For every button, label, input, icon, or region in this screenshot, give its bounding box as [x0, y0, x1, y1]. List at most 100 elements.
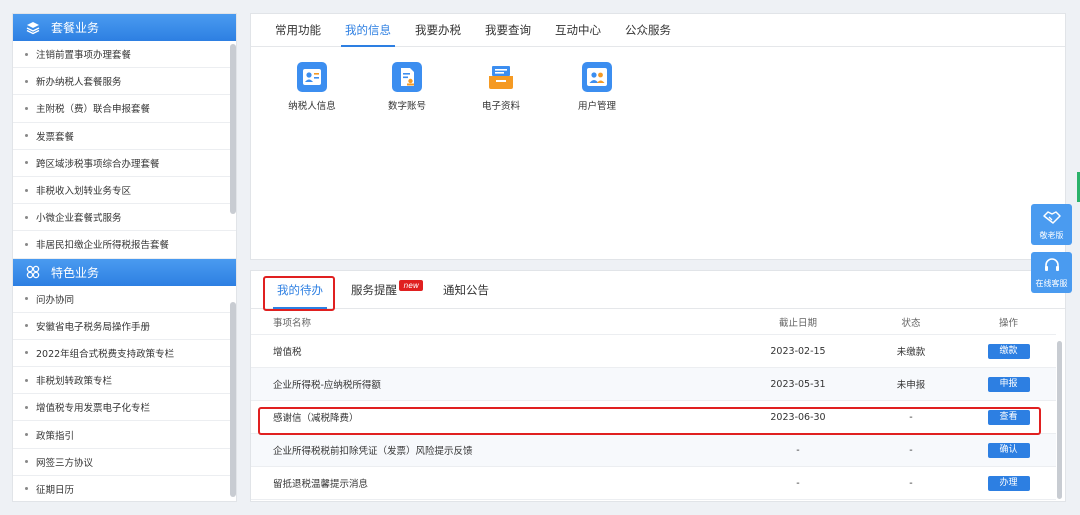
digital-account-icon	[392, 62, 422, 92]
bullet	[25, 52, 28, 56]
float-label: 敬老版	[1039, 230, 1064, 240]
bullet	[25, 215, 28, 219]
tool-grid: 纳税人信息 数字账号 电子资料 用户管理	[251, 62, 1065, 132]
header-deadline: 截止日期	[778, 317, 817, 329]
taxpayer-card-icon	[297, 62, 327, 92]
tab-public-service[interactable]: 公众服务	[613, 14, 683, 46]
bullet	[25, 405, 28, 409]
cell-status: -	[909, 444, 913, 456]
bullet	[25, 351, 28, 355]
sidebar-item-label: 新办纳税人套餐服务	[36, 77, 122, 89]
section-title: 特色业务	[51, 265, 100, 280]
sidebar-item-policy-guide[interactable]: 政策指引	[13, 421, 236, 449]
bullet	[25, 161, 28, 165]
new-badge: new	[399, 280, 423, 291]
highlight-box-thank-you-row	[258, 407, 1041, 435]
bullet	[25, 134, 28, 138]
bullet	[25, 188, 28, 192]
todo-scrollbar[interactable]	[1057, 341, 1062, 499]
confirm-button[interactable]: 确认	[987, 442, 1030, 458]
declare-button[interactable]: 申报	[987, 376, 1030, 392]
cell-status: 未申报	[896, 380, 926, 391]
tab-notices[interactable]: 通知公告	[431, 271, 501, 308]
sidebar-scrollbar-top[interactable]	[230, 44, 236, 214]
todo-table: 事项名称 截止日期 状态 操作 增值税 2023-02-15 未缴款 缴款 企业…	[251, 309, 1056, 500]
sidebar-item-label: 网签三方协议	[36, 457, 94, 469]
todo-panel: 我的待办 服务提醒 new 通知公告 事项名称 截止日期 状态 操作 增值税 2…	[250, 270, 1066, 502]
table-row[interactable]: 企业所得税-应纳税所得额 2023-05-31 未申报 申报	[251, 368, 1056, 401]
top-tab-bar: 常用功能 我的信息 我要办税 我要查询 互动中心 公众服务	[251, 14, 1065, 47]
tab-common-functions[interactable]: 常用功能	[263, 14, 333, 46]
sidebar-item-label: 问办协同	[36, 294, 75, 306]
table-header: 事项名称 截止日期 状态 操作	[251, 309, 1056, 335]
sidebar-item-non-tax-transfer[interactable]: 非税收入划转业务专区	[13, 177, 236, 205]
table-row[interactable]: 留抵退税温馨提示消息 - - 办理	[251, 467, 1056, 500]
bullet	[25, 378, 28, 382]
table-row[interactable]: 企业所得税税前扣除凭证（发票）风险提示反馈 - - 确认	[251, 434, 1056, 467]
tool-digital-account[interactable]: 数字账号	[362, 62, 452, 112]
elder-mode-button[interactable]: 敬老版	[1031, 204, 1072, 245]
tool-user-management[interactable]: 用户管理	[552, 62, 642, 112]
bullet	[25, 324, 28, 328]
bullet	[25, 487, 28, 491]
tool-taxpayer-info[interactable]: 纳税人信息	[267, 62, 357, 112]
sidebar-item-calendar[interactable]: 征期日历	[13, 476, 236, 501]
headset-icon	[1043, 257, 1061, 275]
highlight-box-todo-tab	[263, 276, 335, 311]
section-header-package-business[interactable]: 套餐业务	[13, 14, 236, 41]
cell-status: 未缴款	[896, 347, 926, 358]
bullet	[25, 242, 28, 246]
sidebar-item-label: 非税收入划转业务专区	[36, 186, 132, 198]
sidebar-scrollbar-bottom[interactable]	[230, 302, 236, 497]
sidebar-item-label: 征期日历	[36, 484, 75, 496]
sidebar-item-e-invoice[interactable]: 增值税专用发票电子化专栏	[13, 394, 236, 422]
layers-icon	[25, 20, 41, 36]
handshake-icon	[1042, 209, 1062, 227]
grid-clover-icon	[25, 264, 41, 280]
cell-date: -	[796, 477, 800, 489]
sidebar-item-label: 注销前置事项办理套餐	[36, 50, 132, 62]
tool-e-docs[interactable]: 电子资料	[456, 62, 546, 112]
header-status: 状态	[901, 317, 921, 329]
cell-name: 留抵退税温馨提示消息	[273, 479, 369, 490]
bullet	[25, 460, 28, 464]
sidebar-item-label: 2022年组合式税费支持政策专栏	[36, 348, 175, 360]
section-title: 套餐业务	[51, 21, 100, 35]
sidebar-item-non-tax-policy[interactable]: 非税划转政策专栏	[13, 367, 236, 395]
tab-service-reminder[interactable]: 服务提醒 new	[339, 271, 423, 308]
e-docs-tray-icon	[486, 62, 516, 92]
cell-status: -	[909, 477, 913, 489]
sidebar-item-invoice-package[interactable]: 发票套餐	[13, 123, 236, 150]
sidebar-item-label: 主附税（费）联合申报套餐	[36, 104, 151, 116]
tab-my-info[interactable]: 我的信息	[333, 14, 403, 47]
tool-label: 用户管理	[577, 101, 616, 112]
tab-file-tax[interactable]: 我要办税	[403, 14, 473, 46]
header-name: 事项名称	[273, 317, 312, 329]
sidebar-item-cancellation-package[interactable]: 注销前置事项办理套餐	[13, 41, 236, 69]
sidebar: 套餐业务 注销前置事项办理套餐 新办纳税人套餐服务 主附税（费）联合申报套餐 发…	[12, 13, 237, 502]
section-header-special-business[interactable]: 特色业务	[13, 258, 236, 286]
cell-date: 2023-05-31	[770, 378, 826, 390]
sidebar-item-label: 小微企业套餐式服务	[36, 213, 122, 225]
sidebar-item-label: 政策指引	[36, 430, 75, 442]
pay-button[interactable]: 缴款	[987, 343, 1030, 359]
table-row[interactable]: 增值税 2023-02-15 未缴款 缴款	[251, 335, 1056, 368]
handle-button[interactable]: 办理	[987, 475, 1030, 491]
sidebar-item-label: 安徽省电子税务局操作手册	[36, 321, 151, 333]
sidebar-item-collab[interactable]: 问办协同	[13, 286, 236, 313]
sidebar-item-cross-region[interactable]: 跨区域涉税事项综合办理套餐	[13, 150, 236, 177]
sidebar-item-label: 增值税专用发票电子化专栏	[36, 403, 151, 415]
sidebar-item-non-resident[interactable]: 非居民扣缴企业所得税报告套餐	[13, 231, 236, 259]
tool-label: 数字账号	[387, 101, 426, 112]
sidebar-item-label: 发票套餐	[36, 131, 75, 143]
sidebar-item-policy-2022[interactable]: 2022年组合式税费支持政策专栏	[13, 340, 236, 368]
tool-label: 纳税人信息	[288, 101, 336, 112]
sidebar-item-manual[interactable]: 安徽省电子税务局操作手册	[13, 313, 236, 340]
sidebar-item-new-taxpayer[interactable]: 新办纳税人套餐服务	[13, 68, 236, 96]
tab-query[interactable]: 我要查询	[473, 14, 543, 46]
sidebar-item-joint-filing[interactable]: 主附税（费）联合申报套餐	[13, 95, 236, 123]
sidebar-item-tripartite[interactable]: 网签三方协议	[13, 449, 236, 476]
sidebar-item-small-enterprise[interactable]: 小微企业套餐式服务	[13, 204, 236, 232]
online-service-button[interactable]: 在线客服	[1031, 252, 1072, 293]
tab-interaction[interactable]: 互动中心	[543, 14, 613, 46]
